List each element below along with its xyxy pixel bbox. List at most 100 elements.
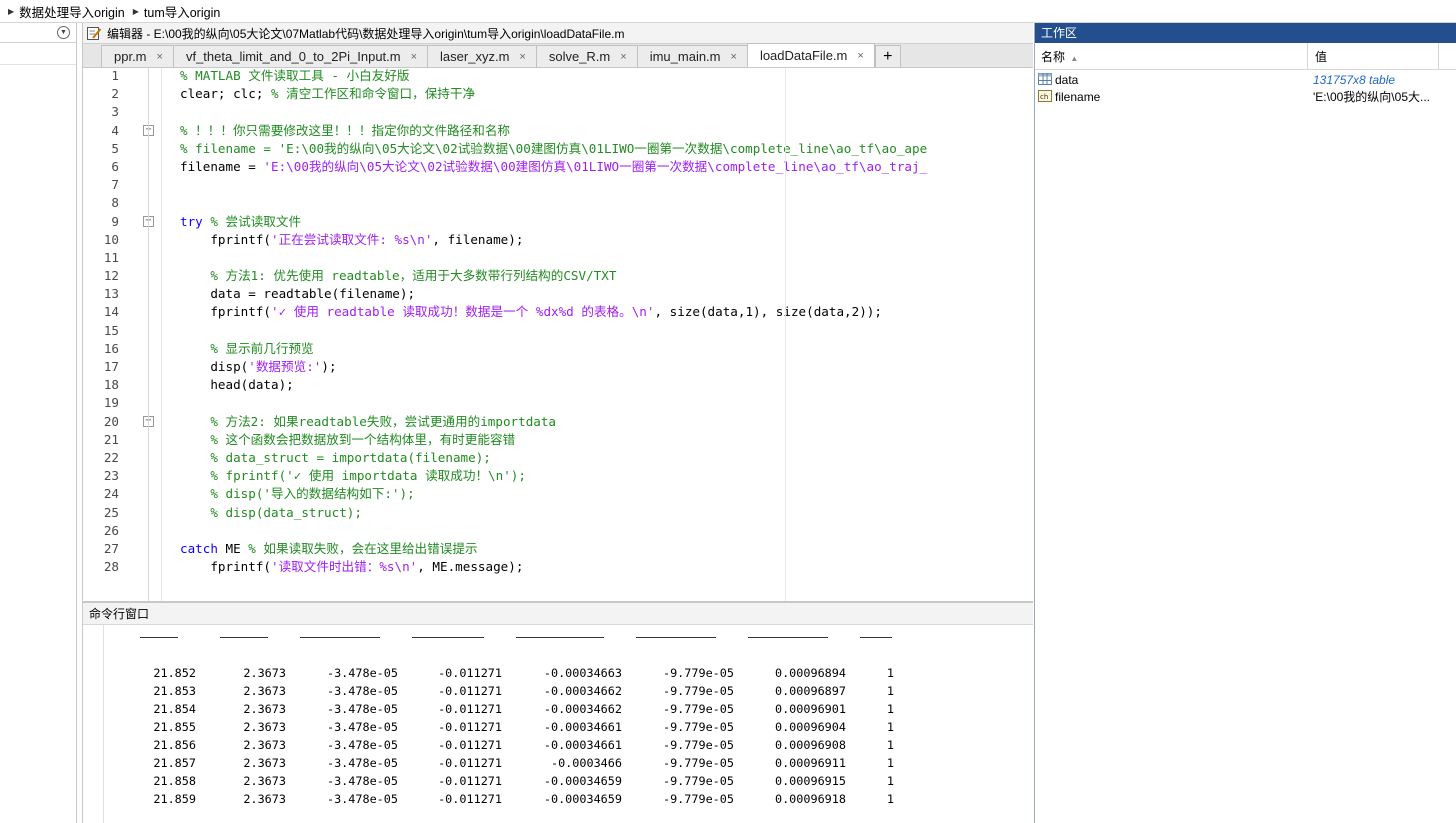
output-cell: 21.854 xyxy=(153,702,196,716)
close-icon[interactable]: × xyxy=(731,51,737,63)
output-cell: -9.779e-05 xyxy=(662,666,734,680)
tab-label: laser_xyz.m xyxy=(440,49,510,64)
editor-tab[interactable]: vf_theta_limit_and_0_to_2Pi_Input.m × xyxy=(172,45,429,67)
code-token: fprintf( xyxy=(180,304,271,320)
output-cell: -3.478e-05 xyxy=(326,666,398,680)
code-line: 5 % filename = 'E:\00我的纵向\05大论文\02试验数据\00… xyxy=(83,140,1034,158)
breadcrumb-item[interactable]: tum导入origin xyxy=(144,2,220,21)
output-cell: -9.779e-05 xyxy=(662,774,734,788)
code-line: 1 % MATLAB 文件读取工具 - 小白友好版 xyxy=(83,68,1034,85)
editor-icon xyxy=(87,26,102,40)
line-number: 22 xyxy=(103,449,119,465)
output-cell: -0.011271 xyxy=(438,684,502,698)
workspace-variable-list: data 131757x8 table ch filename 'E:\00我的纵向\0… xyxy=(1035,70,1456,105)
comment: % 方法1: 优先使用 readtable，适用于大多数带行列结构的CSV/TX… xyxy=(180,268,617,284)
string-literal: '数据预览:' xyxy=(248,359,322,374)
code-token: ME xyxy=(217,540,249,556)
line-number: 7 xyxy=(111,177,119,193)
code-text: % data_struct = importdata(filename); xyxy=(180,449,491,467)
close-icon[interactable]: × xyxy=(157,51,163,63)
output-cell: -0.00034661 xyxy=(543,720,622,734)
output-cell: 1 xyxy=(886,792,894,806)
line-number: 20 xyxy=(103,413,119,429)
comment: % disp('导入的数据结构如下:'); xyxy=(180,486,415,502)
code-line: 2 clear; clc; % 清空工作区和命令窗口，保持干净 xyxy=(83,85,1034,103)
comment: % fprintf('✓ 使用 importdata 读取成功！\n'); xyxy=(180,468,526,484)
variable-value: 'E:\00我的纵向\05大... xyxy=(1313,90,1430,104)
sort-ascending-icon: ▲ xyxy=(1070,53,1079,63)
comment: % ！！！你只需要修改这里！！！指定你的文件路径和名称 xyxy=(180,122,511,138)
editor-tab[interactable]: ppr.m × xyxy=(101,45,174,67)
line-number: 13 xyxy=(103,286,119,302)
editor-title: 编辑器 - E:\00我的纵向\05大论文\07Matlab代码\数据处理导入o… xyxy=(107,26,625,41)
close-icon[interactable]: × xyxy=(519,51,525,63)
output-cell: 1 xyxy=(886,774,894,788)
column-underline xyxy=(140,637,178,638)
code-token: head(data); xyxy=(180,377,294,393)
tab-label: ppr.m xyxy=(114,49,147,64)
command-window-title: 命令行窗口 xyxy=(83,603,1033,625)
workspace-variable-row[interactable]: data 131757x8 table xyxy=(1035,71,1456,88)
close-icon[interactable]: × xyxy=(620,51,626,63)
output-cell: 2.3673 xyxy=(243,702,286,716)
output-cell: -0.011271 xyxy=(438,774,502,788)
code-line: 6 filename = 'E:\00我的纵向\05大论文\02试验数据\00建图… xyxy=(83,158,1034,176)
keyword: catch xyxy=(180,540,218,556)
output-cell: -0.00034663 xyxy=(543,666,622,680)
variable-name: data xyxy=(1055,72,1079,87)
list-item[interactable] xyxy=(0,43,76,65)
editor-tab[interactable]: laser_xyz.m × xyxy=(427,45,537,67)
code-line: 11 xyxy=(83,249,1034,267)
line-number: 15 xyxy=(103,322,119,338)
code-text: disp('数据预览:'); xyxy=(180,358,336,376)
output-cell: 0.00096915 xyxy=(774,774,846,788)
output-cell: -0.011271 xyxy=(438,666,502,680)
code-token: disp( xyxy=(180,359,249,374)
add-tab-button[interactable]: + xyxy=(874,45,901,67)
code-text: filename = 'E:\00我的纵向\05大论文\02试验数据\00建图仿… xyxy=(180,158,927,176)
line-number: 12 xyxy=(103,268,119,284)
comment: % data_struct = importdata(filename); xyxy=(180,449,491,465)
code-token: , filename); xyxy=(432,231,524,247)
editor-tab[interactable]: imu_main.m × xyxy=(636,45,748,67)
close-icon[interactable]: × xyxy=(857,50,863,62)
code-token: filename = xyxy=(180,158,264,174)
output-cell: 2.3673 xyxy=(243,684,286,698)
column-divider[interactable] xyxy=(1307,43,1308,70)
table-variable-icon xyxy=(1038,73,1052,85)
command-output[interactable]: 21.852 2.3673 -3.478e-05 -0.011271 -0.000346… xyxy=(103,625,1033,823)
line-number: 23 xyxy=(103,468,119,484)
output-cell: -9.779e-05 xyxy=(662,738,734,752)
editor-tab[interactable]: loadDataFile.m × xyxy=(746,43,875,67)
output-cell: 2.3673 xyxy=(243,738,286,752)
code-line: 23 % fprintf('✓ 使用 importdata 读取成功！\n'); xyxy=(83,467,1034,485)
output-cell: 21.857 xyxy=(153,756,196,770)
output-cell: 1 xyxy=(886,666,894,680)
code-line: 19 xyxy=(83,394,1034,412)
editor-tab[interactable]: solve_R.m × xyxy=(535,45,638,67)
line-number: 16 xyxy=(103,340,119,356)
output-cell: 1 xyxy=(886,702,894,716)
code-area[interactable]: 1 % MATLAB 文件读取工具 - 小白友好版 2 clear; clc; % 清… xyxy=(83,68,1034,601)
output-cell: 2.3673 xyxy=(243,756,286,770)
column-name-header[interactable]: 名称 ▲ xyxy=(1041,48,1078,65)
output-cell: 1 xyxy=(886,684,894,698)
tab-label: solve_R.m xyxy=(548,49,611,64)
column-divider[interactable] xyxy=(1438,43,1439,70)
output-cell: 21.858 xyxy=(153,774,196,788)
comment: % 方法2: 如果readtable失败，尝试更通用的importdata xyxy=(180,413,557,429)
string-literal: '正在尝试读取文件: %s\n' xyxy=(271,231,433,247)
column-underline xyxy=(636,637,716,638)
column-value-header[interactable]: 值 xyxy=(1315,48,1327,65)
output-row: 21.858 2.3673 -3.478e-05 -0.011271 -0.000346… xyxy=(104,772,1033,790)
panel-menu-icon[interactable]: ▼ xyxy=(57,26,70,39)
line-number: 6 xyxy=(111,158,119,174)
output-cell: 0.00096918 xyxy=(774,792,846,806)
char-variable-icon: ch xyxy=(1038,90,1052,102)
close-icon[interactable]: × xyxy=(411,51,417,63)
line-number: 26 xyxy=(103,522,119,538)
breadcrumb-item[interactable]: 数据处理导入origin xyxy=(19,2,125,21)
column-name-label: 名称 xyxy=(1041,49,1066,64)
workspace-variable-row[interactable]: ch filename 'E:\00我的纵向\05大... xyxy=(1035,88,1456,105)
output-cell: -0.011271 xyxy=(438,702,502,716)
